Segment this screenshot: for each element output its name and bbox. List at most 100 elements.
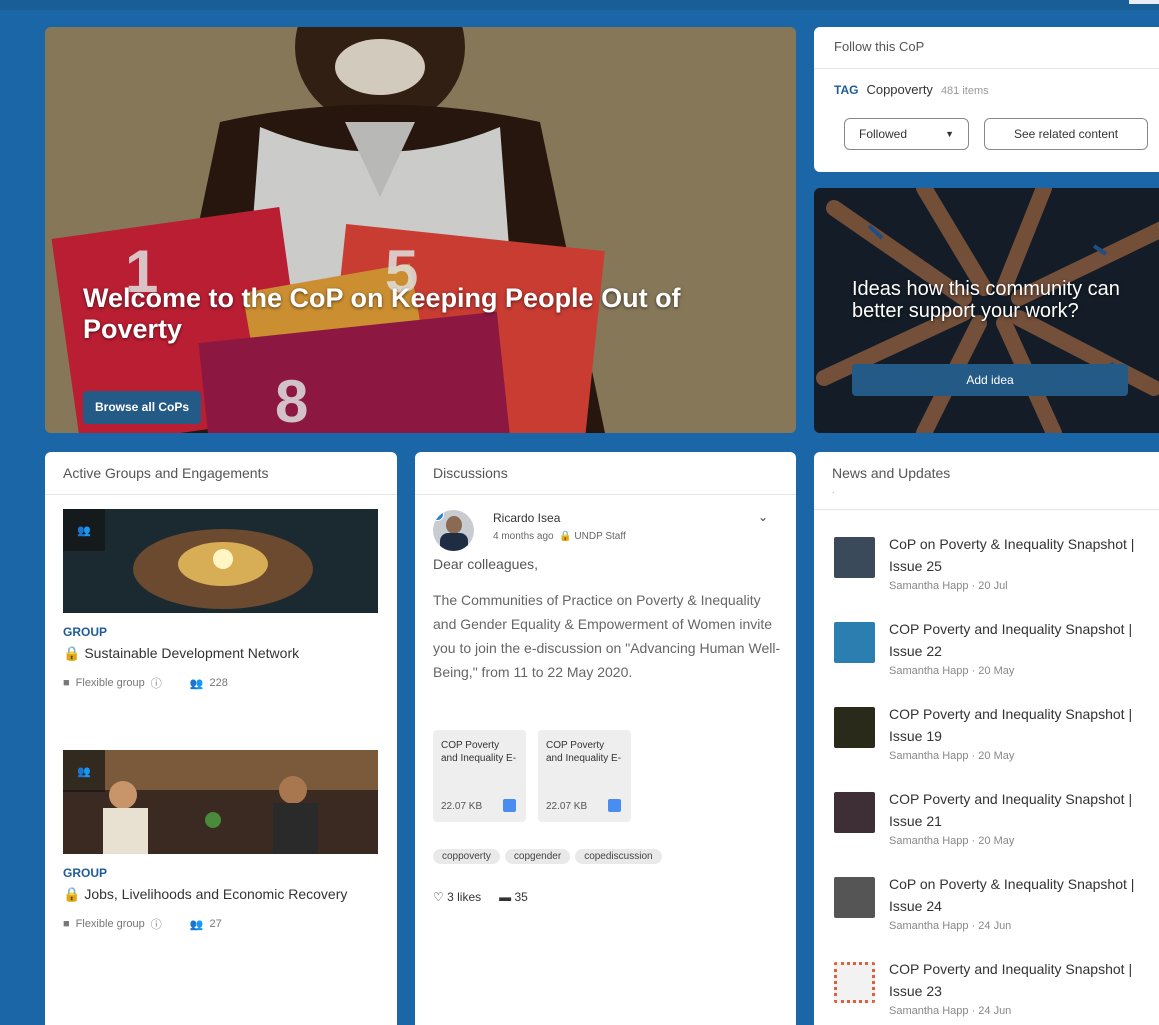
group-item[interactable]: 👥 GROUP 🔒 Jobs, Livelihoods and Economic…	[63, 750, 378, 932]
group-image[interactable]: 👥	[63, 750, 378, 854]
group-meta: ■ Flexible group ⓘ 👥 228	[63, 675, 378, 691]
news-item[interactable]: CoP on Poverty & Inequality Snapshot | I…	[832, 873, 1152, 943]
tag-chip[interactable]: coppoverty	[433, 849, 500, 864]
comments-count: 35	[514, 890, 528, 904]
top-bar-corner	[1129, 0, 1159, 4]
document-icon	[503, 799, 516, 812]
attachment-size: 22.07 KB	[546, 801, 588, 812]
members-icon: 👥	[189, 677, 204, 690]
info-icon[interactable]: ⓘ	[151, 675, 162, 691]
like-button[interactable]: ♡ 3 likes	[433, 890, 481, 904]
tag-label: TAG	[834, 83, 859, 97]
tag-icon: ■	[63, 918, 70, 930]
news-thumbnail	[834, 707, 875, 748]
hero-image: 1 5 8	[45, 27, 796, 433]
post-header: Ricardo Isea 4 months ago 🔒 UNDP Staff ⌄	[433, 510, 778, 554]
info-icon[interactable]: ⓘ	[151, 916, 162, 932]
discussions-card: Discussions Ricardo Isea 4 months ago 🔒 …	[415, 452, 796, 1025]
tag-chip[interactable]: copediscussion	[575, 849, 662, 864]
top-bar	[0, 0, 1159, 10]
comment-icon: ▬	[499, 890, 512, 904]
news-byline: Samantha Happ · 20 May	[889, 665, 1015, 677]
post-greeting: Dear colleagues,	[433, 556, 539, 572]
tag-name[interactable]: Coppoverty	[866, 82, 932, 97]
tag-chip[interactable]: copgender	[504, 849, 571, 864]
group-name[interactable]: 🔒 Jobs, Livelihoods and Economic Recover…	[63, 884, 378, 904]
attachment[interactable]: COP Poverty and Inequality E- 22.07 KB	[538, 730, 631, 822]
post-tags: coppoverty copgender copediscussion	[433, 849, 662, 864]
news-title[interactable]: CoP on Poverty & Inequality Snapshot | I…	[889, 533, 1139, 577]
group-name[interactable]: 🔒 Sustainable Development Network	[63, 643, 378, 663]
members-icon: 👥	[189, 918, 204, 931]
news-byline: Samantha Happ · 24 Jun	[889, 920, 1012, 932]
see-related-content-button[interactable]: See related content	[984, 118, 1148, 150]
tag-count: 481 items	[940, 85, 989, 97]
news-byline: Samantha Happ · 20 May	[889, 835, 1015, 847]
group-photo	[63, 750, 378, 854]
ideas-text: Ideas how this community can better supp…	[852, 278, 1120, 322]
groups-heading: Active Groups and Engagements	[45, 452, 397, 495]
news-thumbnail	[834, 622, 875, 663]
post-role: UNDP Staff	[574, 531, 626, 542]
ideas-card: Ideas how this community can better supp…	[814, 188, 1159, 433]
news-thumbnail	[834, 962, 875, 1003]
news-title[interactable]: COP Poverty and Inequality Snapshot | Is…	[889, 618, 1139, 662]
news-item[interactable]: CoP on Poverty & Inequality Snapshot | I…	[832, 533, 1152, 603]
group-photo	[63, 509, 378, 613]
follow-heading: Follow this CoP	[814, 27, 1159, 69]
news-title[interactable]: COP Poverty and Inequality Snapshot | Is…	[889, 788, 1139, 832]
members-count: 228	[209, 677, 228, 689]
group-icon: 👥	[63, 750, 105, 792]
attachment-name: COP Poverty and Inequality E-	[546, 740, 622, 764]
news-byline: Samantha Happ · 20 May	[889, 750, 1015, 762]
news-item[interactable]: COP Poverty and Inequality Snapshot | Is…	[832, 618, 1152, 688]
news-title[interactable]: COP Poverty and Inequality Snapshot | Is…	[889, 958, 1139, 1002]
group-meta: ■ Flexible group ⓘ 👥 27	[63, 916, 378, 932]
news-byline: Samantha Happ · 24 Jun	[889, 1005, 1012, 1017]
comments-button[interactable]: ▬ 35	[499, 890, 528, 904]
caret-down-icon: ▼	[945, 129, 954, 139]
news-subheading: .	[832, 485, 835, 495]
lock-icon: 🔒	[63, 645, 81, 661]
tag-row: TAG Coppoverty 481 items	[834, 82, 989, 97]
post-stats: ♡ 3 likes ▬ 35	[433, 890, 528, 904]
attachment[interactable]: COP Poverty and Inequality E- 22.07 KB	[433, 730, 526, 822]
group-type: GROUP	[63, 625, 108, 639]
group-icon: 👥	[63, 509, 105, 551]
attachment-size: 22.07 KB	[441, 801, 483, 812]
lock-icon: 🔒	[559, 531, 572, 542]
hero-title: Welcome to the CoP on Keeping People Out…	[83, 283, 681, 344]
group-name-text: Jobs, Livelihoods and Economic Recovery	[84, 886, 348, 902]
heart-icon: ♡	[433, 890, 444, 904]
add-idea-button[interactable]: Add idea	[852, 364, 1128, 396]
news-item[interactable]: COP Poverty and Inequality Snapshot | Is…	[832, 788, 1152, 858]
hero-banner: 1 5 8 Welcome to the CoP on Keeping Peop…	[45, 27, 796, 433]
post-author[interactable]: Ricardo Isea	[493, 511, 560, 525]
group-name-text: Sustainable Development Network	[84, 645, 300, 661]
attachment-name: COP Poverty and Inequality E-	[441, 740, 517, 764]
news-item[interactable]: COP Poverty and Inequality Snapshot | Is…	[832, 958, 1152, 1025]
chevron-down-icon[interactable]: ⌄	[758, 510, 768, 524]
browse-all-cops-button[interactable]: Browse all CoPs	[83, 391, 202, 424]
follow-card: Follow this CoP TAG Coppoverty 481 items…	[814, 27, 1159, 172]
news-card: News and Updates . CoP on Poverty & Ineq…	[814, 452, 1159, 1025]
avatar[interactable]	[433, 510, 474, 551]
likes-count: 3 likes	[447, 890, 482, 904]
news-title[interactable]: CoP on Poverty & Inequality Snapshot | I…	[889, 873, 1139, 917]
followed-dropdown[interactable]: Followed ▼	[844, 118, 969, 150]
group-item[interactable]: 👥 GROUP 🔒 Sustainable Development Networ…	[63, 509, 378, 691]
document-icon	[608, 799, 621, 812]
news-title[interactable]: COP Poverty and Inequality Snapshot | Is…	[889, 703, 1139, 747]
badge-icon	[433, 510, 444, 521]
group-type: GROUP	[63, 866, 108, 880]
group-image[interactable]: 👥	[63, 509, 378, 613]
news-heading: News and Updates	[814, 452, 1159, 510]
discussions-heading: Discussions	[415, 452, 796, 495]
groups-card: Active Groups and Engagements 👥 GROUP 🔒 …	[45, 452, 397, 1025]
followed-label: Followed	[859, 127, 908, 141]
news-thumbnail	[834, 792, 875, 833]
news-item[interactable]: COP Poverty and Inequality Snapshot | Is…	[832, 703, 1152, 773]
group-meta-text: Flexible group	[75, 918, 145, 930]
post-meta: 4 months ago 🔒 UNDP Staff	[493, 531, 626, 542]
news-byline: Samantha Happ · 20 Jul	[889, 580, 1008, 592]
